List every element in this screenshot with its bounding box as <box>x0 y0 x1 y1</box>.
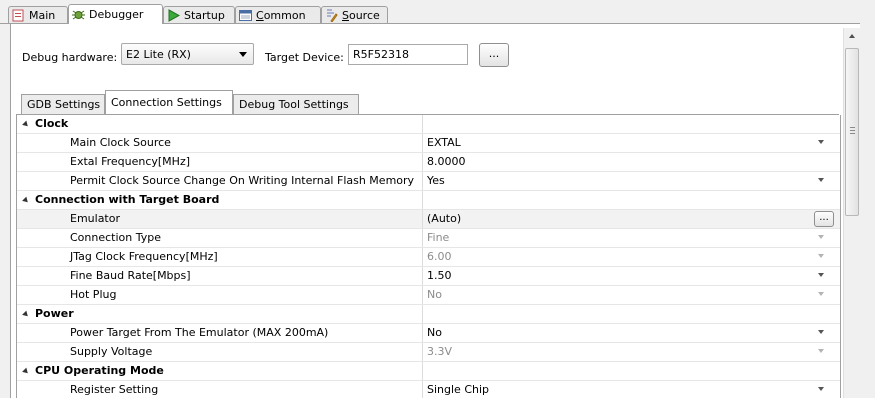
grip-line <box>850 133 855 134</box>
property-name: Connection Type <box>17 229 423 247</box>
property-row-permit-clock-source-change[interactable]: Permit Clock Source Change On Writing In… <box>17 172 840 191</box>
category-label: Connection with Target Board <box>17 191 423 209</box>
tab-source[interactable]: Source <box>321 6 388 23</box>
scroll-up-arrow-icon[interactable] <box>849 34 855 38</box>
property-name: Main Clock Source <box>17 134 423 152</box>
chevron-down-icon[interactable] <box>818 387 824 391</box>
category-power[interactable]: Power <box>17 305 840 324</box>
tab-main[interactable]: Main <box>8 6 68 23</box>
property-row-emulator[interactable]: Emulator (Auto) ... <box>17 210 840 229</box>
category-label: Clock <box>17 115 423 133</box>
property-value: No <box>427 288 442 301</box>
grip-line <box>850 127 855 128</box>
chevron-down-icon[interactable] <box>818 140 824 144</box>
target-device-field[interactable]: R5F52318 <box>348 44 468 65</box>
property-row-power-target-from-emulator[interactable]: Power Target From The Emulator (MAX 200m… <box>17 324 840 343</box>
category-label: CPU Operating Mode <box>17 362 423 380</box>
property-value: 3.3V <box>427 345 453 358</box>
property-row-connection-type[interactable]: Connection Type Fine <box>17 229 840 248</box>
property-name: Permit Clock Source Change On Writing In… <box>17 172 423 190</box>
chevron-down-icon <box>818 235 824 239</box>
property-name: Hot Plug <box>17 286 423 304</box>
target-device-browse-button[interactable]: ... <box>479 43 509 67</box>
property-name: Emulator <box>17 210 423 228</box>
tab-common-label: ommon <box>263 8 306 22</box>
property-value[interactable]: Single Chip <box>427 381 489 398</box>
property-row-main-clock-source[interactable]: Main Clock Source EXTAL <box>17 134 840 153</box>
tab-debug-tool-settings[interactable]: Debug Tool Settings <box>233 94 359 114</box>
property-row-hot-plug[interactable]: Hot Plug No <box>17 286 840 305</box>
tab-gdb-settings[interactable]: GDB Settings <box>21 94 105 114</box>
property-name: Fine Baud Rate[Mbps] <box>17 267 423 285</box>
tab-source-label: ource <box>348 8 380 22</box>
source-icon <box>325 9 338 23</box>
property-value[interactable]: (Auto) <box>427 210 461 228</box>
chevron-down-icon <box>818 349 824 353</box>
property-row-fine-baud-rate[interactable]: Fine Baud Rate[Mbps] 1.50 <box>17 267 840 286</box>
chevron-down-icon[interactable] <box>818 273 824 277</box>
chevron-down-icon <box>818 254 824 258</box>
tab-main-label: Main <box>29 8 56 22</box>
tab-common[interactable]: Common <box>235 6 321 23</box>
grip-line <box>850 130 855 131</box>
debug-hardware-value: E2 Lite (RX) <box>126 48 191 61</box>
debug-hardware-select[interactable]: E2 Lite (RX) <box>121 43 254 65</box>
tab-connection-settings[interactable]: Connection Settings <box>105 90 233 115</box>
category-cpu-operating-mode[interactable]: CPU Operating Mode <box>17 362 840 381</box>
property-row-jtag-clock-frequency[interactable]: JTag Clock Frequency[MHz] 6.00 <box>17 248 840 267</box>
startup-play-icon <box>167 8 181 22</box>
category-label: Power <box>17 305 423 323</box>
property-name: Supply Voltage <box>17 343 423 361</box>
property-value[interactable]: Yes <box>427 172 445 190</box>
property-value: Fine <box>427 231 450 244</box>
chevron-down-icon <box>818 292 824 296</box>
property-name: Power Target From The Emulator (MAX 200m… <box>17 324 423 342</box>
debug-hardware-label: Debug hardware: <box>22 51 118 64</box>
property-name: JTag Clock Frequency[MHz] <box>17 248 423 266</box>
property-value: 6.00 <box>427 250 452 263</box>
property-value[interactable]: EXTAL <box>427 134 461 152</box>
connection-settings-grid: Clock Main Clock Source EXTAL Extal Freq… <box>16 115 841 398</box>
target-device-label: Target Device: <box>265 51 344 64</box>
main-tab-icon <box>12 9 25 22</box>
tab-startup-label: Startup <box>184 8 225 22</box>
debugger-bug-icon <box>72 8 85 21</box>
tab-debugger-label: Debugger <box>89 8 144 21</box>
category-connection-with-target-board[interactable]: Connection with Target Board <box>17 191 840 210</box>
property-row-register-setting[interactable]: Register Setting Single Chip <box>17 381 840 398</box>
common-icon <box>239 9 252 22</box>
emulator-browse-button[interactable]: ... <box>814 211 834 227</box>
chevron-down-icon[interactable] <box>818 330 824 334</box>
chevron-down-icon[interactable] <box>818 178 824 182</box>
tab-source-mnemonic: S <box>342 8 349 22</box>
tab-common-mnemonic: C <box>256 8 264 22</box>
window-right-edge <box>860 0 875 398</box>
scrollbar-thumb[interactable] <box>845 48 859 216</box>
property-row-extal-frequency[interactable]: Extal Frequency[MHz] 8.0000 <box>17 153 840 172</box>
property-value[interactable]: No <box>427 324 442 342</box>
property-row-supply-voltage[interactable]: Supply Voltage 3.3V <box>17 343 840 362</box>
chevron-down-icon <box>239 52 247 57</box>
property-name: Register Setting <box>17 381 423 398</box>
launch-config-tab-strip: Main Debugger Startup Common Source <box>0 0 875 24</box>
property-name: Extal Frequency[MHz] <box>17 153 423 171</box>
tab-startup[interactable]: Startup <box>163 6 235 23</box>
property-value[interactable]: 1.50 <box>427 267 452 285</box>
tab-debugger[interactable]: Debugger <box>68 4 163 24</box>
category-clock[interactable]: Clock <box>17 115 840 134</box>
property-value[interactable]: 8.0000 <box>427 153 466 171</box>
vertical-scrollbar[interactable] <box>843 28 861 398</box>
